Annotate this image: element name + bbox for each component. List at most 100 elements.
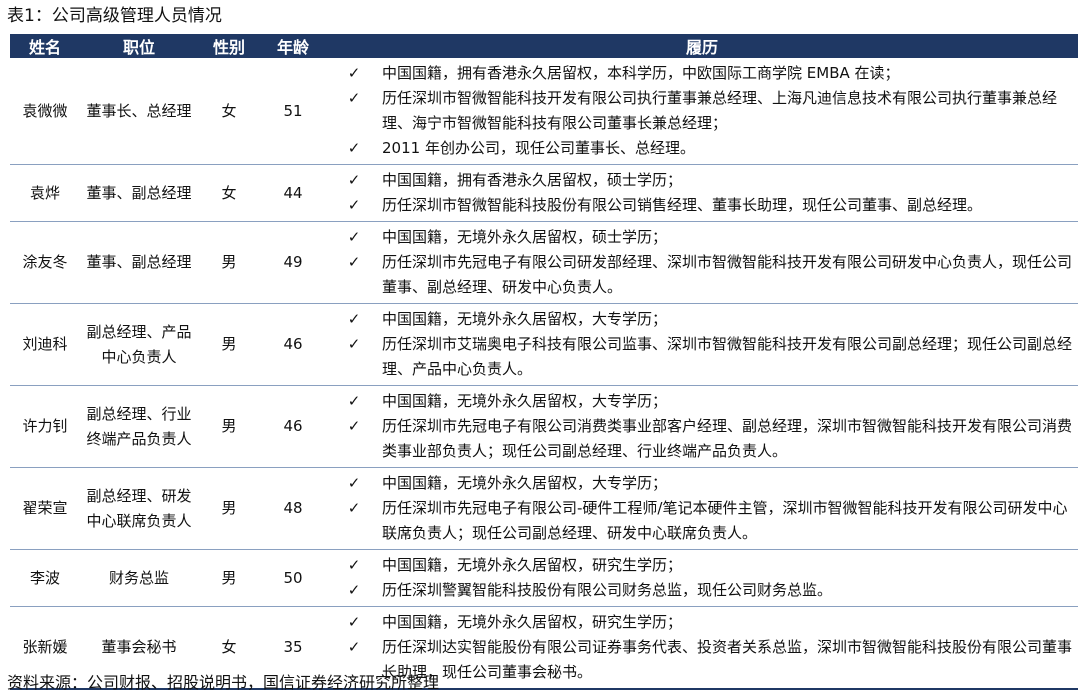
checkmark-icon: ✓ bbox=[347, 89, 361, 107]
resume-item: ✓ 中国国籍，无境外永久居留权，研究生学历； bbox=[326, 610, 1078, 635]
cell-gender: 女 bbox=[198, 58, 260, 165]
cell-resume: ✓ 中国国籍，无境外永久居留权，研究生学历； ✓ 历任深圳警翼智能科技股份有限公司财务… bbox=[326, 549, 1078, 607]
cell-gender: 男 bbox=[198, 221, 260, 304]
cell-resume: ✓ 中国国籍，拥有香港永久居留权，本科学历，中欧国际工商学院 EMBA 在读； ✓ 历… bbox=[326, 58, 1078, 165]
header-name: 姓名 bbox=[10, 34, 80, 58]
checkmark-icon: ✓ bbox=[347, 417, 361, 435]
table-row: 袁烨 董事、副总经理女 44 ✓ 中国国籍，拥有香港永久居留权，硕士学历； ✓ 历任深圳市智… bbox=[10, 164, 1078, 222]
resume-text: 历任深圳市先冠电子有限公司消费类事业部客户经理、副总经理，深圳市智微智能科技开发… bbox=[382, 417, 1073, 460]
header-age: 年龄 bbox=[260, 34, 326, 58]
cell-age: 51 bbox=[260, 58, 326, 165]
resume-text: 中国国籍，拥有香港永久居留权，硕士学历； bbox=[382, 171, 683, 189]
resume-item: ✓ 历任深圳市智微智能科技开发有限公司执行董事兼总经理、上海凡迪信息技术有限公司执… bbox=[326, 86, 1078, 136]
cell-position: 董事、副总经理 bbox=[80, 164, 198, 222]
table-row: 李波 财务总监男 50 ✓ 中国国籍，无境外永久居留权，研究生学历； ✓ 历任深圳警翼智能科… bbox=[10, 549, 1078, 607]
resume-item: ✓ 中国国籍，无境外永久居留权，硕士学历； bbox=[326, 225, 1078, 250]
header-position: 职位 bbox=[80, 34, 198, 58]
table-row: 翟荣宣 副总经理、研发中心联席负责人男 48 ✓ 中国国籍，无境外永久居留权，大专学历；… bbox=[10, 467, 1078, 550]
resume-text: 历任深圳市艾瑞奥电子科技有限公司监事、深圳市智微智能科技开发有限公司副总经理；现… bbox=[382, 335, 1073, 378]
cell-position: 董事长、总经理 bbox=[80, 58, 198, 165]
executives-table: 姓名 职位 性别 年龄 履历 袁微微 董事长、总经理女 51 ✓ 中国国籍，拥有香港永久… bbox=[10, 34, 1078, 690]
resume-item: ✓ 历任深圳市先冠电子有限公司-硬件工程师/笔记本硬件主管，深圳市智微智能科技开发… bbox=[326, 496, 1078, 546]
cell-resume: ✓ 中国国籍，无境外永久居留权，大专学历； ✓ 历任深圳市先冠电子有限公司-硬件工程师… bbox=[326, 467, 1078, 550]
resume-item: ✓ 中国国籍，无境外永久居留权，研究生学历； bbox=[326, 553, 1078, 578]
resume-text: 历任深圳市智微智能科技开发有限公司执行董事兼总经理、上海凡迪信息技术有限公司执行… bbox=[382, 89, 1058, 132]
cell-name: 翟荣宣 bbox=[10, 467, 80, 550]
cell-resume: ✓ 中国国籍，无境外永久居留权，大专学历； ✓ 历任深圳市艾瑞奥电子科技有限公司监事、… bbox=[326, 303, 1078, 386]
header-resume: 履历 bbox=[326, 34, 1078, 58]
table-row: 袁微微 董事长、总经理女 51 ✓ 中国国籍，拥有香港永久居留权，本科学历，中欧国际工商… bbox=[10, 58, 1078, 165]
header-gender: 性别 bbox=[198, 34, 260, 58]
checkmark-icon: ✓ bbox=[347, 335, 361, 353]
cell-gender: 女 bbox=[198, 164, 260, 222]
cell-resume: ✓ 中国国籍，拥有香港永久居留权，硕士学历； ✓ 历任深圳市智微智能科技股份有限公司销… bbox=[326, 164, 1078, 222]
resume-text: 历任深圳警翼智能科技股份有限公司财务总监，现任公司财务总监。 bbox=[382, 581, 833, 599]
cell-position: 副总经理、行业终端产品负责人 bbox=[80, 385, 198, 468]
cell-position: 董事、副总经理 bbox=[80, 221, 198, 304]
cell-name: 李波 bbox=[10, 549, 80, 607]
cell-position: 财务总监 bbox=[80, 549, 198, 607]
resume-item: ✓ 历任深圳警翼智能科技股份有限公司财务总监，现任公司财务总监。 bbox=[326, 578, 1078, 603]
checkmark-icon: ✓ bbox=[347, 171, 361, 189]
checkmark-icon: ✓ bbox=[347, 581, 361, 599]
table-row: 许力钊 副总经理、行业终端产品负责人男 46 ✓ 中国国籍，无境外永久居留权，大专学历；… bbox=[10, 385, 1078, 468]
cell-gender: 男 bbox=[198, 467, 260, 550]
resume-text: 中国国籍，拥有香港永久居留权，本科学历，中欧国际工商学院 EMBA 在读； bbox=[382, 64, 900, 82]
resume-item: ✓ 中国国籍，拥有香港永久居留权，硕士学历； bbox=[326, 168, 1078, 193]
cell-position: 副总经理、产品中心负责人 bbox=[80, 303, 198, 386]
cell-age: 49 bbox=[260, 221, 326, 304]
resume-text: 2011 年创办公司，现任公司董事长、总经理。 bbox=[382, 139, 695, 157]
cell-age: 50 bbox=[260, 549, 326, 607]
resume-text: 历任深圳市先冠电子有限公司研发部经理、深圳市智微智能科技开发有限公司研发中心负责… bbox=[382, 253, 1073, 296]
cell-name: 许力钊 bbox=[10, 385, 80, 468]
cell-gender: 男 bbox=[198, 385, 260, 468]
checkmark-icon: ✓ bbox=[347, 196, 361, 214]
resume-text: 中国国籍，无境外永久居留权，大专学历； bbox=[382, 392, 668, 410]
checkmark-icon: ✓ bbox=[347, 228, 361, 246]
resume-item: ✓ 中国国籍，拥有香港永久居留权，本科学历，中欧国际工商学院 EMBA 在读； bbox=[326, 61, 1078, 86]
checkmark-icon: ✓ bbox=[347, 392, 361, 410]
resume-text: 中国国籍，无境外永久居留权，硕士学历； bbox=[382, 228, 668, 246]
cell-name: 涂友冬 bbox=[10, 221, 80, 304]
checkmark-icon: ✓ bbox=[347, 139, 361, 157]
resume-text: 中国国籍，无境外永久居留权，研究生学历； bbox=[382, 556, 683, 574]
table-row: 涂友冬 董事、副总经理男 49 ✓ 中国国籍，无境外永久居留权，硕士学历； ✓ 历任深圳市先… bbox=[10, 221, 1078, 304]
resume-text: 历任深圳市智微智能科技股份有限公司销售经理、董事长助理，现任公司董事、副总经理。 bbox=[382, 196, 983, 214]
table-body: 袁微微 董事长、总经理女 51 ✓ 中国国籍，拥有香港永久居留权，本科学历，中欧国际工商… bbox=[10, 58, 1078, 690]
checkmark-icon: ✓ bbox=[347, 310, 361, 328]
table-header-row: 姓名 职位 性别 年龄 履历 bbox=[10, 34, 1078, 58]
checkmark-icon: ✓ bbox=[347, 499, 361, 517]
resume-text: 历任深圳市先冠电子有限公司-硬件工程师/笔记本硬件主管，深圳市智微智能科技开发有… bbox=[382, 499, 1068, 542]
resume-text: 历任深圳达实智能股份有限公司证券事务代表、投资者关系总监，深圳市智微智能科技股份… bbox=[382, 638, 1073, 681]
table-row: 刘迪科 副总经理、产品中心负责人男 46 ✓ 中国国籍，无境外永久居留权，大专学历； ✓ 历… bbox=[10, 303, 1078, 386]
resume-item: ✓ 中国国籍，无境外永久居留权，大专学历； bbox=[326, 389, 1078, 414]
cell-position: 副总经理、研发中心联席负责人 bbox=[80, 467, 198, 550]
cell-name: 袁微微 bbox=[10, 58, 80, 165]
cell-resume: ✓ 中国国籍，无境外永久居留权，硕士学历； ✓ 历任深圳市先冠电子有限公司研发部经理、… bbox=[326, 221, 1078, 304]
cell-gender: 男 bbox=[198, 303, 260, 386]
checkmark-icon: ✓ bbox=[347, 638, 361, 656]
resume-item: ✓ 2011 年创办公司，现任公司董事长、总经理。 bbox=[326, 136, 1078, 161]
cell-age: 48 bbox=[260, 467, 326, 550]
cell-age: 46 bbox=[260, 385, 326, 468]
resume-text: 中国国籍，无境外永久居留权，研究生学历； bbox=[382, 613, 683, 631]
checkmark-icon: ✓ bbox=[347, 613, 361, 631]
resume-item: ✓ 历任深圳市智微智能科技股份有限公司销售经理、董事长助理，现任公司董事、副总经理… bbox=[326, 193, 1078, 218]
cell-name: 袁烨 bbox=[10, 164, 80, 222]
source-note: 资料来源：公司财报、招股说明书，国信证券经济研究所整理 bbox=[7, 673, 440, 692]
resume-item: ✓ 中国国籍，无境外永久居留权，大专学历； bbox=[326, 471, 1078, 496]
resume-text: 中国国籍，无境外永久居留权，大专学历； bbox=[382, 310, 668, 328]
checkmark-icon: ✓ bbox=[347, 64, 361, 82]
cell-name: 刘迪科 bbox=[10, 303, 80, 386]
resume-item: ✓ 历任深圳市先冠电子有限公司研发部经理、深圳市智微智能科技开发有限公司研发中心负… bbox=[326, 250, 1078, 300]
cell-resume: ✓ 中国国籍，无境外永久居留权，大专学历； ✓ 历任深圳市先冠电子有限公司消费类事业部… bbox=[326, 385, 1078, 468]
checkmark-icon: ✓ bbox=[347, 253, 361, 271]
resume-item: ✓ 历任深圳市艾瑞奥电子科技有限公司监事、深圳市智微智能科技开发有限公司副总经理；… bbox=[326, 332, 1078, 382]
cell-age: 46 bbox=[260, 303, 326, 386]
table-caption: 表1：公司高级管理人员情况 bbox=[7, 6, 222, 26]
resume-item: ✓ 中国国籍，无境外永久居留权，大专学历； bbox=[326, 307, 1078, 332]
resume-text: 中国国籍，无境外永久居留权，大专学历； bbox=[382, 474, 668, 492]
resume-item: ✓ 历任深圳市先冠电子有限公司消费类事业部客户经理、副总经理，深圳市智微智能科技开… bbox=[326, 414, 1078, 464]
cell-gender: 男 bbox=[198, 549, 260, 607]
checkmark-icon: ✓ bbox=[347, 474, 361, 492]
